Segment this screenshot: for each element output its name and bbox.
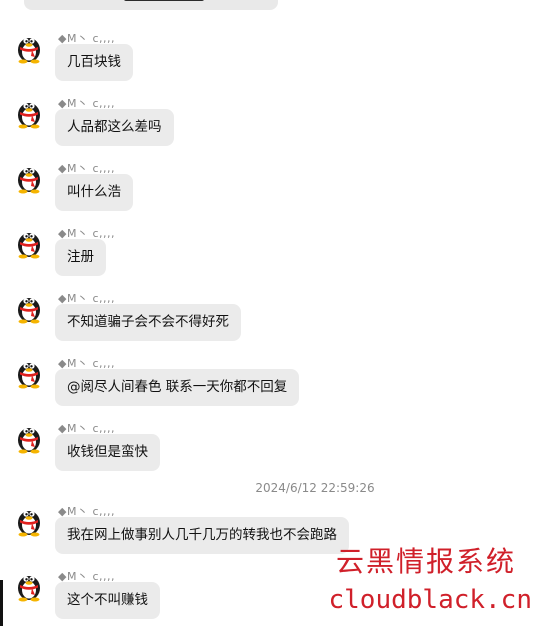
message-bubble[interactable]: 不知道骗子会不会不得好死 bbox=[55, 304, 241, 341]
redacted-bar bbox=[124, 0, 204, 1]
message-bubble[interactable]: 人品都这么差吗 bbox=[55, 109, 174, 146]
qq-penguin-icon[interactable] bbox=[14, 290, 44, 324]
qq-penguin-icon[interactable] bbox=[14, 568, 44, 602]
watermark-title: 云黑情报系统 bbox=[335, 545, 516, 578]
message-timestamp: 2024/6/12 22:59:26 bbox=[255, 481, 375, 495]
qq-penguin-icon[interactable] bbox=[14, 420, 44, 454]
message-bubble[interactable]: 我在网上做事别人几千几万的转我也不会跑路 bbox=[55, 517, 349, 554]
qq-penguin-icon[interactable] bbox=[14, 30, 44, 64]
message-bubble[interactable]: 收钱但是蛮快 bbox=[55, 434, 160, 471]
message-bubble[interactable]: 叫什么浩 bbox=[55, 174, 133, 211]
watermark-url: cloudblack.cn bbox=[328, 585, 533, 615]
qq-penguin-icon[interactable] bbox=[14, 503, 44, 537]
window-edge bbox=[0, 580, 3, 626]
message-bubble[interactable]: 注册 bbox=[55, 239, 106, 276]
message-bubble[interactable]: @阅尽人间春色 联系一天你都不回复 bbox=[55, 369, 300, 406]
qq-penguin-icon[interactable] bbox=[14, 160, 44, 194]
previous-message-bubble bbox=[24, 0, 278, 10]
message-bubble[interactable]: 这个不叫赚钱 bbox=[55, 582, 160, 619]
qq-penguin-icon[interactable] bbox=[14, 225, 44, 259]
qq-penguin-icon[interactable] bbox=[14, 95, 44, 129]
qq-penguin-icon[interactable] bbox=[14, 355, 44, 389]
message-bubble[interactable]: 几百块钱 bbox=[55, 44, 133, 81]
